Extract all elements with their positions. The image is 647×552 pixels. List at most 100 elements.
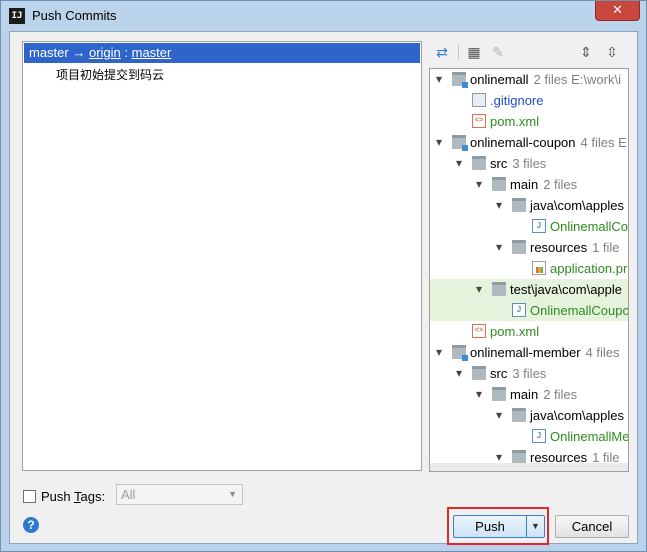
arrow-text: → — [68, 45, 89, 60]
intellij-icon: IJ — [9, 8, 25, 24]
tree-row[interactable]: <> pom.xml — [430, 111, 628, 132]
tree-row[interactable]: ▾ main 2 files — [430, 384, 628, 405]
tree-item-text: onlinemall-coupon 4 files E — [470, 132, 627, 153]
remote-link[interactable]: origin — [89, 45, 121, 60]
tree-item-text: src 3 files — [490, 363, 546, 384]
tree-row[interactable]: ▾ onlinemall-coupon 4 files E — [430, 132, 628, 153]
tags-select-value: All — [121, 487, 136, 502]
tree-row[interactable]: ▾ onlinemall 2 files E:\work\i — [430, 69, 628, 90]
tree-row[interactable]: J OnlinemallCoupc — [430, 300, 628, 321]
file-icon — [472, 93, 486, 107]
expand-arrow-icon[interactable]: ▾ — [474, 384, 484, 405]
tree-item-text: pom.xml — [490, 321, 539, 342]
tree-item-label: onlinemall — [470, 72, 529, 87]
tree-row[interactable]: .gitignore — [430, 90, 628, 111]
collapse-all-icon[interactable]: ⇳ — [602, 42, 622, 62]
remote-branch-link[interactable]: master — [132, 45, 172, 60]
tree-row[interactable]: J OnlinemallCo — [430, 216, 628, 237]
expand-arrow-icon[interactable]: ▾ — [454, 363, 464, 384]
tree-row[interactable]: ▾ test\java\com\apple — [430, 279, 628, 300]
tree-item-label: src — [490, 366, 508, 381]
changes-tree: ▾ onlinemall 2 files E:\work\i .gitignore <>… — [429, 68, 629, 472]
push-dropdown-icon[interactable]: ▼ — [527, 516, 544, 537]
toolbar-divider — [458, 44, 459, 60]
group-icon[interactable]: ▦ — [464, 42, 484, 62]
commit-item[interactable]: 项目初始提交到码云 — [56, 66, 164, 83]
tree-row[interactable]: application.pr — [430, 258, 628, 279]
tree-item-label: OnlinemallMe — [550, 429, 629, 444]
tree-item-meta: 4 files — [585, 345, 620, 360]
push-commits-dialog: IJ Push Commits ✕ master → origin : mast… — [0, 0, 647, 552]
cancel-button[interactable]: Cancel — [555, 515, 629, 538]
tree-item-label: java\com\apples — [530, 198, 624, 213]
folder-icon — [512, 240, 526, 254]
separator-text: : — [120, 45, 132, 60]
tree-row[interactable]: ▾ resources 1 file — [430, 237, 628, 258]
horizontal-scrollbar[interactable] — [430, 463, 628, 471]
tree-item-label: onlinemall-coupon — [470, 135, 576, 150]
tree-row[interactable]: ▾ src 3 files — [430, 363, 628, 384]
tree-item-label: pom.xml — [490, 324, 540, 339]
tree-item-text: resources 1 file — [530, 237, 620, 258]
tree-row[interactable]: ▾ java\com\apples — [430, 195, 628, 216]
tree-row[interactable]: ▾ main 2 files — [430, 174, 628, 195]
folder-icon — [492, 177, 506, 191]
java-icon: J — [532, 429, 546, 443]
expand-arrow-icon[interactable]: ▾ — [494, 405, 504, 426]
tree-item-meta: 2 files E:\work\i — [533, 72, 621, 87]
tree-item-label: test\java\com\apple — [510, 282, 623, 297]
push-button[interactable]: Push ▼ — [453, 515, 545, 538]
edit-icon[interactable]: ✎ — [488, 42, 508, 62]
expand-arrow-icon[interactable]: ▾ — [494, 195, 504, 216]
tree-row[interactable]: ▾ onlinemall-member 4 files — [430, 342, 628, 363]
tree-item-label: main — [510, 177, 539, 192]
tree-item-label: pom.xml — [490, 114, 540, 129]
tree-item-meta: 3 files — [512, 156, 547, 171]
tree-item-text: test\java\com\apple — [510, 279, 622, 300]
push-button-label[interactable]: Push — [454, 516, 526, 537]
expand-arrow-icon[interactable]: ▾ — [494, 237, 504, 258]
tree-item-text: main 2 files — [510, 174, 577, 195]
commits-panel: master → origin : master 项目初始提交到码云 — [22, 41, 422, 471]
folder-icon — [492, 387, 506, 401]
tree-item-label: resources — [530, 240, 588, 255]
tree-item-meta: 3 files — [512, 366, 547, 381]
tree-toolbar: ⇄ ▦ ✎ ⇕ ⇳ — [428, 40, 628, 66]
expand-arrow-icon[interactable]: ▾ — [434, 69, 444, 90]
folder-icon — [512, 198, 526, 212]
tree-item-text: OnlinemallCo — [550, 216, 628, 237]
close-button[interactable]: ✕ — [595, 1, 640, 21]
chevron-down-icon: ▼ — [228, 489, 237, 499]
branch-mapping-row[interactable]: master → origin : master — [24, 43, 420, 63]
tree-item-text: .gitignore — [490, 90, 543, 111]
tree-item-text: OnlinemallMe — [550, 426, 629, 447]
tree-item-text: OnlinemallCoupc — [530, 300, 628, 321]
tags-select[interactable]: All ▼ — [116, 484, 243, 505]
tree-item-label: .gitignore — [490, 93, 544, 108]
tree-item-meta: 1 file — [592, 240, 620, 255]
tree-item-label: main — [510, 387, 539, 402]
expand-arrow-icon[interactable]: ▾ — [434, 132, 444, 153]
pull-arrows-icon[interactable]: ⇄ — [432, 42, 452, 62]
push-tags-checkbox[interactable] — [23, 489, 36, 503]
tree-row[interactable]: J OnlinemallMe — [430, 426, 628, 447]
java-icon: J — [512, 303, 526, 317]
push-tags-option[interactable]: Push Tags: — [23, 485, 105, 507]
tree-row[interactable]: ▾ src 3 files — [430, 153, 628, 174]
tree-item-meta: 4 files E — [580, 135, 627, 150]
window-title: Push Commits — [32, 8, 117, 23]
tree-item-text: onlinemall-member 4 files — [470, 342, 620, 363]
expand-arrow-icon[interactable]: ▾ — [454, 153, 464, 174]
expand-arrow-icon[interactable]: ▾ — [474, 279, 484, 300]
expand-all-icon[interactable]: ⇕ — [576, 42, 596, 62]
expand-arrow-icon[interactable]: ▾ — [434, 342, 444, 363]
expand-arrow-icon[interactable]: ▾ — [474, 174, 484, 195]
tree-item-text: application.pr — [550, 258, 627, 279]
help-icon[interactable]: ? — [23, 517, 39, 533]
tree-item-text: java\com\apples — [530, 405, 624, 426]
tree-row[interactable]: ▾ java\com\apples — [430, 405, 628, 426]
folder-icon — [472, 366, 486, 380]
tree-row[interactable]: <> pom.xml — [430, 321, 628, 342]
tree-item-text: java\com\apples — [530, 195, 624, 216]
xml-icon: <> — [472, 114, 486, 128]
